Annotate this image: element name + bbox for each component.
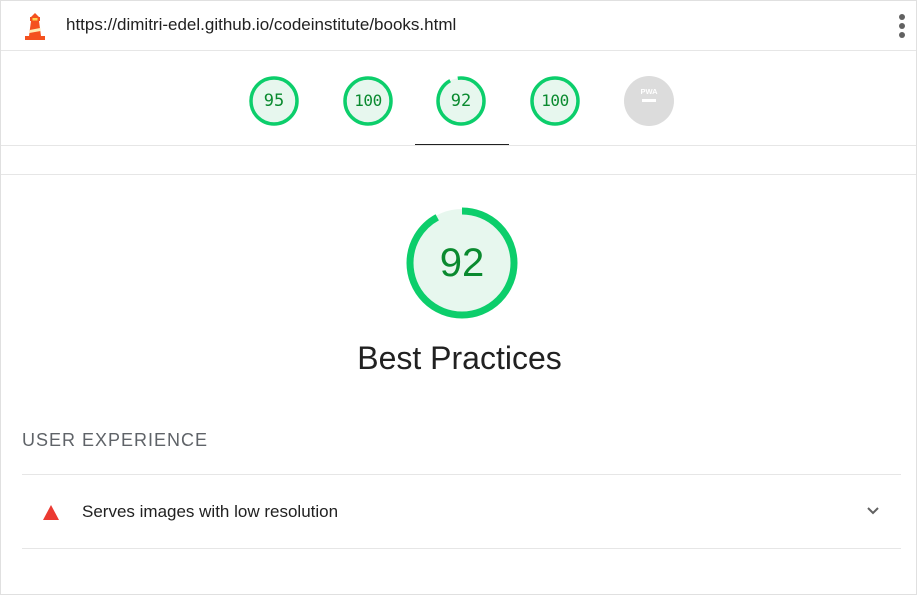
chevron-down-icon[interactable] [866, 505, 880, 517]
gauge-seo[interactable]: 100 [529, 75, 581, 127]
gauge-score: 92 [450, 91, 472, 111]
top-bar: https://dimitri-edel.github.io/codeinsti… [1, 1, 916, 51]
gauge-best-practices[interactable]: 92 [435, 75, 487, 127]
gauge-score: 95 [263, 91, 285, 111]
pwa-label: PWA [640, 87, 658, 96]
category-title: Best Practices [357, 340, 562, 376]
category-score: 92 [439, 241, 485, 285]
gauge-score: 100 [354, 91, 382, 110]
report-frame: https://dimitri-edel.github.io/codeinsti… [0, 0, 917, 595]
lighthouse-icon [25, 13, 45, 40]
audit-group-title: USER EXPERIENCE [22, 430, 209, 450]
kebab-menu-icon[interactable] [895, 12, 909, 40]
gauge-performance[interactable]: 95 [248, 75, 300, 127]
divider [1, 145, 916, 146]
fail-triangle-icon [43, 505, 59, 520]
score-gauges: 95 100 92 100 PWA [1, 51, 916, 145]
gauge-score: 100 [541, 91, 569, 110]
category-gauge: 92 [404, 205, 520, 321]
audit-title: Serves images with low resolution [82, 502, 339, 521]
page-url: https://dimitri-edel.github.io/codeinsti… [66, 15, 457, 34]
audit-row[interactable]: Serves images with low resolution [22, 475, 901, 549]
gauge-pwa[interactable]: PWA [623, 75, 675, 127]
divider [1, 174, 916, 175]
gauge-accessibility[interactable]: 100 [342, 75, 394, 127]
pwa-badge-icon: PWA [624, 76, 674, 126]
